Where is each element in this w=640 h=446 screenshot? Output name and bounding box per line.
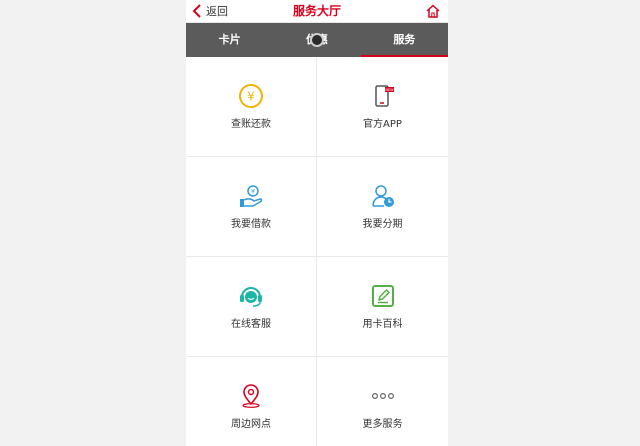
service-installment[interactable]: 我要分期 xyxy=(317,157,448,257)
service-borrow[interactable]: ¥ 我要借款 xyxy=(186,157,317,257)
service-card-wiki[interactable]: 用卡百科 xyxy=(317,257,448,357)
yen-coin-icon: ¥ xyxy=(239,84,263,108)
service-label: 更多服务 xyxy=(362,419,403,430)
tab-services-label: 服务 xyxy=(393,33,416,46)
service-label: 官方APP xyxy=(363,119,402,130)
service-label: 用卡百科 xyxy=(362,319,403,330)
svg-text:¥: ¥ xyxy=(251,189,255,196)
svg-text:¥: ¥ xyxy=(247,90,255,104)
service-grid: ¥ 查账还款 NEW 官方APP ¥ 我要借款 我要分期 在线客服 用卡百科 周… xyxy=(186,57,448,446)
hand-coin-icon: ¥ xyxy=(240,185,263,207)
tab-offers[interactable]: 优惠 xyxy=(273,23,360,57)
app-screen: 返回 服务大厅 卡片 优惠 服务 ¥ 查账还款 xyxy=(186,0,448,446)
location-pin-icon xyxy=(242,384,260,408)
header-bar: 返回 服务大厅 xyxy=(186,0,448,23)
page-title: 服务大厅 xyxy=(292,4,341,18)
phone-new-icon: NEW xyxy=(374,85,394,107)
home-icon[interactable] xyxy=(425,3,441,19)
svg-text:NEW: NEW xyxy=(385,88,394,92)
service-check-repay[interactable]: ¥ 查账还款 xyxy=(186,57,317,157)
service-more[interactable]: 更多服务 xyxy=(317,357,448,446)
service-label: 周边网点 xyxy=(231,419,271,430)
tab-cards[interactable]: 卡片 xyxy=(186,23,273,57)
service-official-app[interactable]: NEW 官方APP xyxy=(317,57,448,157)
edit-icon xyxy=(371,285,394,307)
service-nearby-branches[interactable]: 周边网点 xyxy=(186,357,317,446)
more-dots-icon xyxy=(371,393,394,400)
service-label: 在线客服 xyxy=(231,319,271,330)
tab-bar: 卡片 优惠 服务 xyxy=(186,23,448,57)
headset-icon xyxy=(240,287,262,307)
service-label: 我要分期 xyxy=(362,219,403,230)
service-label: 我要借款 xyxy=(231,219,271,230)
service-online-support[interactable]: 在线客服 xyxy=(186,257,317,357)
tab-cards-label: 卡片 xyxy=(218,33,241,46)
tab-services[interactable]: 服务 xyxy=(360,23,448,57)
user-installment-icon xyxy=(371,185,394,207)
service-label: 查账还款 xyxy=(231,119,271,130)
tab-loading-badge xyxy=(309,33,324,47)
